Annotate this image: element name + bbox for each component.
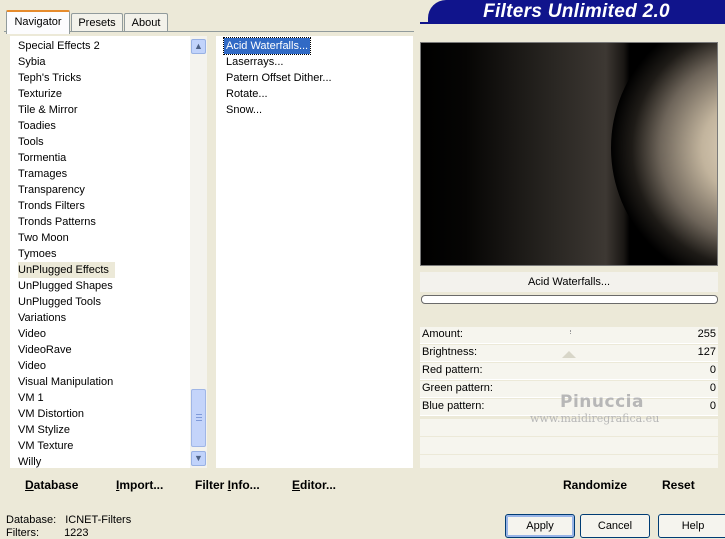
category-item[interactable]: VM Distortion bbox=[18, 406, 84, 422]
category-item[interactable]: UnPlugged Tools bbox=[18, 294, 101, 310]
slider-center-tick bbox=[570, 330, 571, 334]
category-item[interactable]: Tramages bbox=[18, 166, 67, 182]
param-slider-track[interactable] bbox=[420, 343, 718, 344]
category-item[interactable]: Tronds Patterns bbox=[18, 214, 96, 230]
category-item[interactable]: VM Stylize bbox=[18, 422, 70, 438]
filter-item[interactable]: Patern Offset Dither... bbox=[224, 70, 334, 86]
category-item[interactable]: Texturize bbox=[18, 86, 62, 102]
category-item[interactable]: Video bbox=[18, 326, 46, 342]
database-button-rest: atabase bbox=[33, 478, 79, 492]
param-label: Green pattern: bbox=[422, 382, 493, 394]
category-item[interactable]: Willy bbox=[18, 454, 41, 468]
category-item[interactable]: Special Effects 2 bbox=[18, 38, 100, 54]
progress-bar bbox=[421, 295, 718, 304]
filter-info-button-rest: nfo... bbox=[231, 478, 260, 492]
param-value: 127 bbox=[697, 346, 716, 358]
tab-about[interactable]: About bbox=[124, 13, 168, 32]
category-item[interactable]: Tile & Mirror bbox=[18, 102, 77, 118]
editor-button-mnemonic: E bbox=[292, 478, 301, 492]
empty-param-row bbox=[420, 455, 718, 468]
filter-list[interactable]: Acid Waterfalls... Laserrays... Patern Off… bbox=[216, 36, 413, 468]
category-item[interactable]: Video bbox=[18, 358, 46, 374]
app-title: Filters Unlimited 2.0 bbox=[483, 1, 670, 22]
category-scrollbar[interactable]: ▲ ▼ bbox=[190, 36, 207, 468]
param-slider-track[interactable] bbox=[420, 379, 718, 380]
category-item[interactable]: VM 1 bbox=[18, 390, 44, 406]
import-button-rest: mport... bbox=[119, 478, 164, 492]
category-item[interactable]: VM Texture bbox=[18, 438, 73, 454]
category-item[interactable]: UnPlugged Effects bbox=[18, 262, 115, 278]
database-button[interactable]: Database bbox=[25, 478, 78, 492]
status-filters-label: Filters: bbox=[6, 527, 39, 539]
category-item[interactable]: Sybia bbox=[18, 54, 46, 70]
randomize-button[interactable]: Randomize bbox=[563, 478, 627, 492]
editor-button[interactable]: Editor... bbox=[292, 478, 336, 492]
param-label: Brightness: bbox=[422, 346, 478, 358]
tab-presets[interactable]: Presets bbox=[71, 13, 123, 32]
param-row[interactable]: Red pattern: 0 bbox=[420, 363, 718, 380]
param-value: 0 bbox=[709, 364, 716, 376]
preview-image bbox=[420, 42, 718, 266]
category-item[interactable]: Two Moon bbox=[18, 230, 69, 246]
filter-info-button[interactable]: Filter Info... bbox=[195, 478, 260, 492]
banner-stripe bbox=[420, 22, 725, 24]
category-item[interactable]: Toadies bbox=[18, 118, 56, 134]
status-database: Database: ICNET-Filters bbox=[6, 514, 131, 526]
status-database-label: Database: bbox=[6, 514, 57, 526]
brightness-slider-thumb[interactable] bbox=[562, 351, 576, 358]
scroll-up-button[interactable]: ▲ bbox=[191, 39, 206, 54]
param-slider-track[interactable] bbox=[420, 361, 718, 362]
filter-info-button-prefix: Filter bbox=[195, 478, 228, 492]
param-value: 0 bbox=[709, 382, 716, 394]
editor-button-rest: ditor... bbox=[300, 478, 337, 492]
tab-navigator[interactable]: Navigator bbox=[6, 10, 70, 34]
grip-line bbox=[196, 420, 202, 421]
status-database-value: ICNET-Filters bbox=[65, 514, 132, 526]
status-filters: Filters: 1223 bbox=[6, 527, 89, 539]
param-label: Blue pattern: bbox=[422, 400, 485, 412]
scroll-down-button[interactable]: ▼ bbox=[191, 451, 206, 466]
filter-item[interactable]: Rotate... bbox=[224, 86, 270, 102]
category-item[interactable]: Tormentia bbox=[18, 150, 66, 166]
category-item[interactable]: Visual Manipulation bbox=[18, 374, 113, 390]
category-item[interactable]: Tymoes bbox=[18, 246, 57, 262]
import-button[interactable]: Import... bbox=[116, 478, 163, 492]
scroll-thumb[interactable] bbox=[191, 389, 206, 447]
category-item[interactable]: Variations bbox=[18, 310, 66, 326]
grip-line bbox=[196, 417, 202, 418]
filter-item[interactable]: Laserrays... bbox=[224, 54, 285, 70]
category-list[interactable]: Special Effects 2 Sybia Teph's Tricks Textu… bbox=[10, 36, 207, 468]
category-item[interactable]: Tronds Filters bbox=[18, 198, 85, 214]
database-button-mnemonic: D bbox=[25, 478, 34, 492]
category-item[interactable]: Teph's Tricks bbox=[18, 70, 81, 86]
reset-button[interactable]: Reset bbox=[662, 478, 695, 492]
apply-button[interactable]: Apply bbox=[505, 514, 575, 538]
status-filters-value: 1223 bbox=[64, 527, 89, 539]
param-row[interactable]: Amount: 255 bbox=[420, 327, 718, 344]
watermark-name: Pinuccia bbox=[560, 392, 644, 412]
category-item[interactable]: Transparency bbox=[18, 182, 85, 198]
help-button[interactable]: Help bbox=[658, 514, 725, 538]
empty-param-row bbox=[420, 437, 718, 454]
category-item[interactable]: VideoRave bbox=[18, 342, 72, 358]
param-value: 0 bbox=[709, 400, 716, 412]
preview-filter-name: Acid Waterfalls... bbox=[420, 272, 718, 292]
title-banner: Filters Unlimited 2.0 bbox=[428, 0, 725, 22]
preview-graphic bbox=[421, 43, 717, 265]
param-label: Amount: bbox=[422, 328, 463, 340]
param-label: Red pattern: bbox=[422, 364, 483, 376]
category-item[interactable]: Tools bbox=[18, 134, 44, 150]
param-value: 255 bbox=[697, 328, 716, 340]
cancel-button[interactable]: Cancel bbox=[580, 514, 650, 538]
filter-item[interactable]: Acid Waterfalls... bbox=[222, 37, 312, 55]
category-item[interactable]: UnPlugged Shapes bbox=[18, 278, 113, 294]
filter-item[interactable]: Snow... bbox=[224, 102, 264, 118]
grip-line bbox=[196, 414, 202, 415]
watermark-url: www.maidiregrafica.eu bbox=[530, 412, 660, 425]
